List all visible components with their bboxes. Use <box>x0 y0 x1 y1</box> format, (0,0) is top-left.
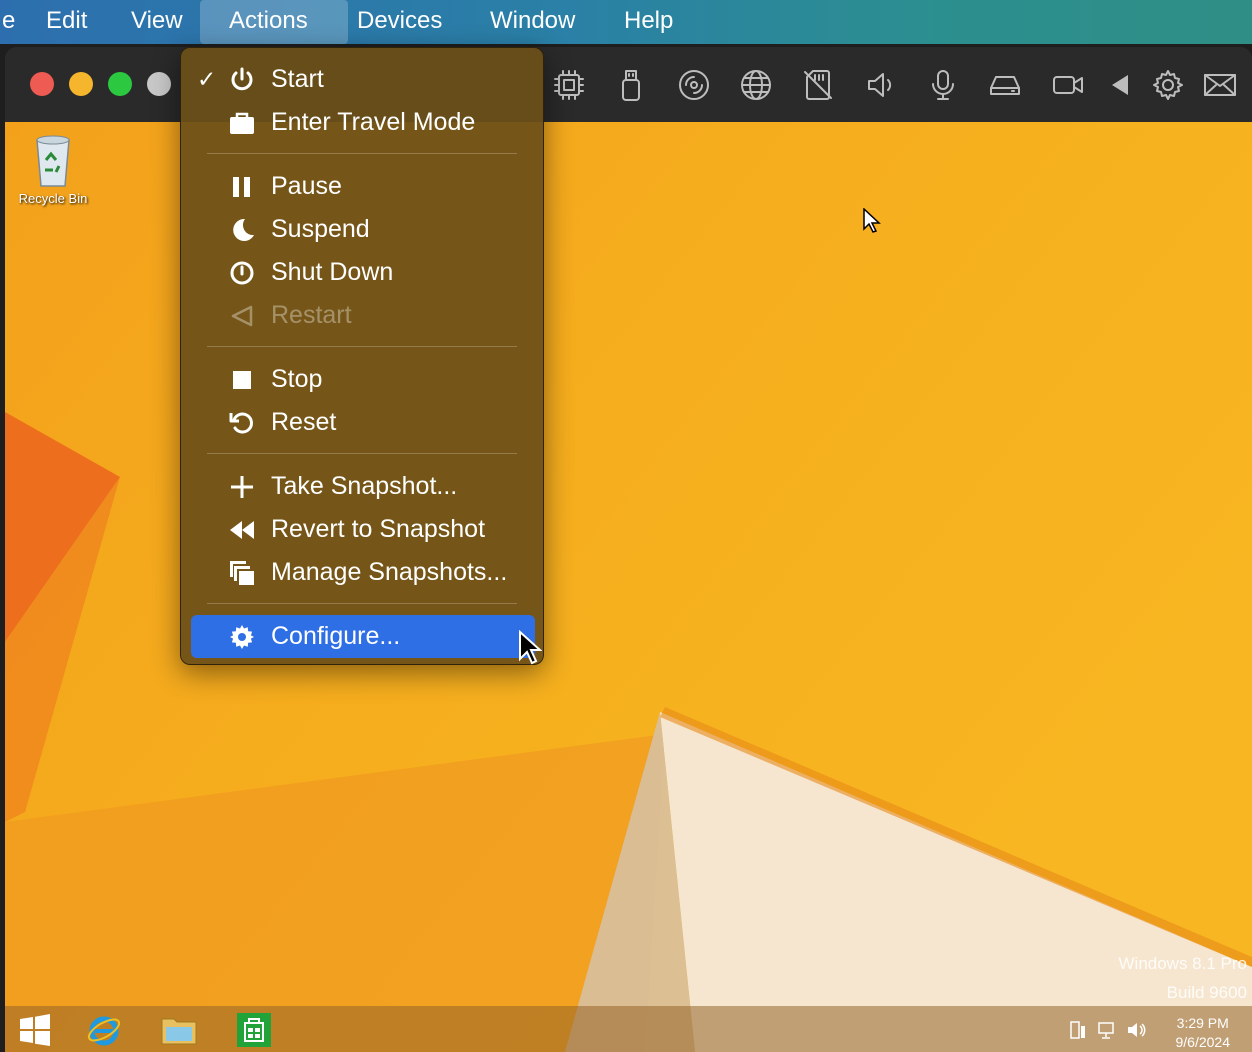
clock-date: 9/6/2024 <box>1175 1034 1231 1050</box>
menu-item-label: Stop <box>271 365 323 393</box>
power-icon <box>231 67 253 91</box>
menu-window[interactable]: Window <box>476 0 589 44</box>
store-button[interactable] <box>234 1010 274 1050</box>
menu-item-label: Restart <box>271 301 352 329</box>
menu-item-restart: Restart <box>191 294 535 337</box>
cpu-icon[interactable] <box>549 65 589 105</box>
shutdown-icon <box>230 261 254 285</box>
menu-actions[interactable]: Actions <box>200 0 348 44</box>
gear-icon <box>230 625 254 649</box>
close-window-button[interactable] <box>30 72 54 96</box>
menu-item-take-snapshot[interactable]: Take Snapshot... <box>191 465 535 508</box>
recycle-bin-icon <box>36 135 70 187</box>
folder-icon <box>161 1018 197 1045</box>
speaker-icon[interactable] <box>861 65 901 105</box>
menu-separator <box>207 603 517 604</box>
no-sd-card-icon[interactable] <box>798 65 838 105</box>
volume-tray-icon[interactable] <box>1126 1020 1146 1040</box>
menu-separator <box>207 346 517 347</box>
restart-icon <box>231 305 253 327</box>
device-tray-icon[interactable] <box>1068 1020 1088 1040</box>
mac-menu-bar: e Edit View Actions Devices Window Help <box>0 0 1252 44</box>
menu-item-label: Suspend <box>271 215 370 243</box>
menu-item-revert-to-snapshot[interactable]: Revert to Snapshot <box>191 508 535 551</box>
menu-item-configure[interactable]: Configure... <box>191 615 535 658</box>
internet-explorer-button[interactable] <box>84 1010 124 1050</box>
menu-devices[interactable]: Devices <box>343 0 456 44</box>
rewind-icon <box>230 521 254 539</box>
windows-logo-icon <box>20 1014 50 1046</box>
microphone-icon[interactable] <box>923 65 963 105</box>
menu-view[interactable]: View <box>117 0 197 44</box>
menu-separator <box>207 453 517 454</box>
fullscreen-window-button[interactable] <box>147 72 171 96</box>
taskbar-clock[interactable]: 3:29 PM 9/6/2024 <box>1176 1014 1231 1052</box>
recycle-bin[interactable]: Recycle Bin <box>13 132 93 206</box>
actions-dropdown-menu: ✓ Start Enter Travel Mode Pause Suspend … <box>180 47 544 665</box>
menu-item-pause[interactable]: Pause <box>191 165 535 208</box>
menu-item-label: Reset <box>271 408 337 436</box>
plus-icon <box>231 476 253 498</box>
menu-item-manage-snapshots[interactable]: Manage Snapshots... <box>191 551 535 594</box>
hard-drive-icon[interactable] <box>985 65 1025 105</box>
disc-icon[interactable] <box>674 65 714 105</box>
camera-icon[interactable] <box>1048 65 1088 105</box>
snapshots-icon <box>230 561 254 585</box>
clock-time: 3:29 PM <box>1176 1015 1229 1031</box>
menu-item-label: Manage Snapshots... <box>271 558 508 586</box>
globe-icon[interactable] <box>736 65 776 105</box>
menu-item-enter-travel-mode[interactable]: Enter Travel Mode <box>191 101 535 144</box>
menu-item-label: Shut Down <box>271 258 394 286</box>
usb-icon[interactable] <box>611 65 651 105</box>
windows-taskbar: 3:29 PM 9/6/2024 <box>5 1006 1252 1052</box>
back-arrow-icon[interactable] <box>1100 65 1140 105</box>
menu-item-stop[interactable]: Stop <box>191 358 535 401</box>
menu-item-label: Start <box>271 65 324 93</box>
windows-watermark-edition: Windows 8.1 Pro <box>1118 954 1248 973</box>
menu-app-name[interactable]: e <box>0 0 29 44</box>
network-tray-icon[interactable] <box>1097 1020 1117 1040</box>
zoom-window-button[interactable] <box>108 72 132 96</box>
recycle-bin-label: Recycle Bin <box>18 191 88 206</box>
reset-icon <box>229 412 253 434</box>
gear-icon[interactable] <box>1148 65 1188 105</box>
moon-icon <box>233 218 254 241</box>
menu-item-label: Pause <box>271 172 342 200</box>
menu-item-shut-down[interactable]: Shut Down <box>191 251 535 294</box>
pause-icon <box>233 177 250 197</box>
menu-item-label: Take Snapshot... <box>271 472 458 500</box>
stop-icon <box>233 371 251 389</box>
menu-item-suspend[interactable]: Suspend <box>191 208 535 251</box>
store-icon <box>237 1013 271 1047</box>
internet-explorer-icon <box>87 1016 121 1046</box>
menu-item-label: Enter Travel Mode <box>271 108 476 136</box>
start-button[interactable] <box>15 1010 55 1050</box>
menu-help[interactable]: Help <box>610 0 687 44</box>
menu-edit[interactable]: Edit <box>32 0 101 44</box>
minimize-window-button[interactable] <box>69 72 93 96</box>
briefcase-icon <box>230 112 254 134</box>
mouse-cursor-icon <box>863 208 881 233</box>
menu-item-reset[interactable]: Reset <box>191 401 535 444</box>
file-explorer-button[interactable] <box>159 1010 199 1050</box>
windows-watermark-build: Build 9600 <box>1166 983 1247 1002</box>
menu-item-label: Revert to Snapshot <box>271 515 486 543</box>
checkmark-icon: ✓ <box>197 66 217 92</box>
mouse-cursor-icon <box>519 630 542 665</box>
mail-icon[interactable] <box>1200 65 1240 105</box>
menu-item-start[interactable]: ✓ Start <box>191 58 535 101</box>
menu-item-label: Configure... <box>271 622 401 650</box>
menu-separator <box>207 153 517 154</box>
